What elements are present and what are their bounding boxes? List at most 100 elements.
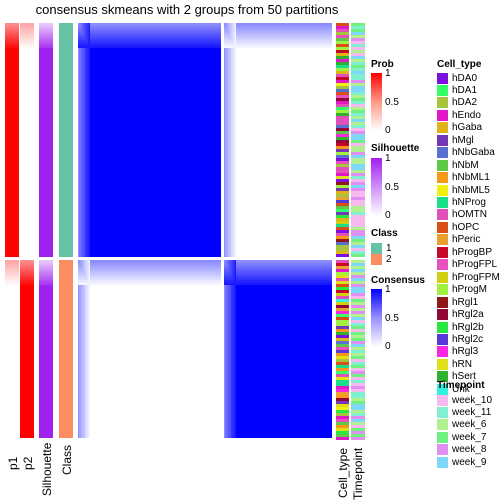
silhouette-cell	[39, 280, 53, 283]
cell-type-cell	[336, 314, 349, 317]
timepoint-cell	[351, 311, 365, 314]
consensus-col-fringe	[233, 23, 235, 257]
cell-type-cell	[336, 101, 349, 104]
cell-type-legend-item: hNProg	[437, 197, 486, 209]
consensus-col-fringe	[232, 260, 234, 438]
cell-type-cell	[336, 164, 349, 167]
cell-type-legend-item: hRN	[437, 358, 472, 370]
cell-type-cell	[336, 38, 349, 41]
consensus-row-fringe	[78, 38, 221, 41]
consensus-col-fringe	[234, 23, 236, 257]
timepoint-cell	[351, 404, 365, 407]
cell-type-label: hRgl2b	[452, 321, 484, 333]
cell-type-legend-item: hOPC	[437, 221, 479, 233]
cell-type-cell	[336, 89, 349, 92]
cell-type-swatch	[437, 72, 448, 84]
cell-type-cell	[336, 272, 349, 275]
cell-type-label: hRgl2c	[452, 333, 484, 345]
cell-type-cell	[336, 203, 349, 206]
cell-type-cell	[336, 422, 349, 425]
cell-type-cell	[336, 344, 349, 347]
cell-type-swatch	[437, 147, 448, 159]
cell-type-cell	[336, 86, 349, 89]
column-label-p2: p2	[21, 456, 35, 470]
timepoint-cell	[351, 278, 365, 281]
consensus-col-fringe	[233, 260, 235, 438]
timepoint-cell	[351, 290, 365, 293]
cell-type-label: hNbGaba	[452, 147, 495, 159]
class-label-1: 1	[386, 242, 392, 254]
timepoint-swatch	[437, 456, 448, 468]
consensus-row-fringe	[224, 25, 332, 28]
timepoint-cell	[351, 296, 365, 299]
timepoint-swatch	[437, 444, 448, 456]
p2-cell	[20, 30, 34, 33]
timepoint-cell	[351, 302, 365, 305]
consensus-col-fringe	[80, 260, 82, 438]
timepoint-cell	[351, 176, 365, 179]
cell-type-cell	[336, 194, 349, 197]
cell-type-cell	[336, 407, 349, 410]
cell-type-cell	[336, 200, 349, 203]
timepoint-label: week_8	[452, 444, 487, 456]
timepoint-cell	[351, 356, 365, 359]
cell-type-cell	[336, 215, 349, 218]
timepoint-cell	[351, 353, 365, 356]
consensus-row-fringe	[224, 282, 332, 285]
timepoint-cell	[351, 68, 365, 71]
timepoint-cell	[351, 32, 365, 35]
timepoint-cell	[351, 359, 365, 362]
column-label-silhouette: Silhouette	[40, 442, 54, 496]
cell-type-cell	[336, 197, 349, 200]
consensus-col-fringe	[226, 260, 228, 438]
timepoint-cell	[351, 326, 365, 329]
cell-type-cell	[336, 347, 349, 350]
timepoint-cell	[351, 134, 365, 137]
timepoint-label: week_11	[452, 406, 492, 418]
p1-cell	[5, 38, 19, 41]
p2-cell	[20, 40, 34, 43]
prob-tick-05: 0.5	[385, 97, 399, 108]
timepoint-cell	[351, 221, 365, 224]
cell-type-swatch	[437, 259, 448, 271]
consensus-col-fringe	[78, 260, 80, 438]
timepoint-cell	[351, 41, 365, 44]
p2-cell	[20, 270, 34, 273]
consensus-row-fringe	[224, 262, 332, 265]
cell-type-cell	[336, 29, 349, 32]
timepoint-cell	[351, 299, 365, 302]
consensus-row-fringe	[224, 265, 332, 268]
cell-type-label: hEndo	[452, 109, 481, 121]
cell-type-cell	[336, 410, 349, 413]
cell-type-cell	[336, 299, 349, 302]
timepoint-label: week_9	[452, 456, 487, 468]
consensus-col-fringe	[231, 23, 233, 257]
cell-type-swatch	[437, 309, 448, 321]
cell-type-cell	[336, 248, 349, 251]
p2-cell	[20, 272, 34, 275]
cell-type-cell	[336, 302, 349, 305]
timepoint-cell	[351, 242, 365, 245]
timepoint-cell	[351, 308, 365, 311]
cell-type-cell	[336, 368, 349, 371]
timepoint-cell	[351, 38, 365, 41]
timepoint-cell	[351, 137, 365, 140]
cell-type-cell	[336, 176, 349, 179]
consensus-col-fringe	[85, 260, 87, 438]
timepoint-legend-item: week_9	[437, 456, 486, 468]
cell-type-swatch	[437, 122, 448, 134]
cell-type-cell	[336, 83, 349, 86]
p2-cell	[20, 267, 34, 270]
cell-type-cell	[336, 32, 349, 35]
p2-cell	[20, 260, 34, 263]
p2-cell	[20, 265, 34, 268]
timepoint-legend-item: week_7	[437, 431, 486, 443]
consensus-row-fringe	[224, 270, 332, 273]
cell-type-cell	[336, 155, 349, 158]
timepoint-cell	[351, 275, 365, 278]
consensus-col-fringe	[88, 260, 90, 438]
cell-type-cell	[336, 173, 349, 176]
timepoint-cell	[351, 386, 365, 389]
cell-type-cell	[336, 188, 349, 191]
cell-type-cell	[336, 362, 349, 365]
